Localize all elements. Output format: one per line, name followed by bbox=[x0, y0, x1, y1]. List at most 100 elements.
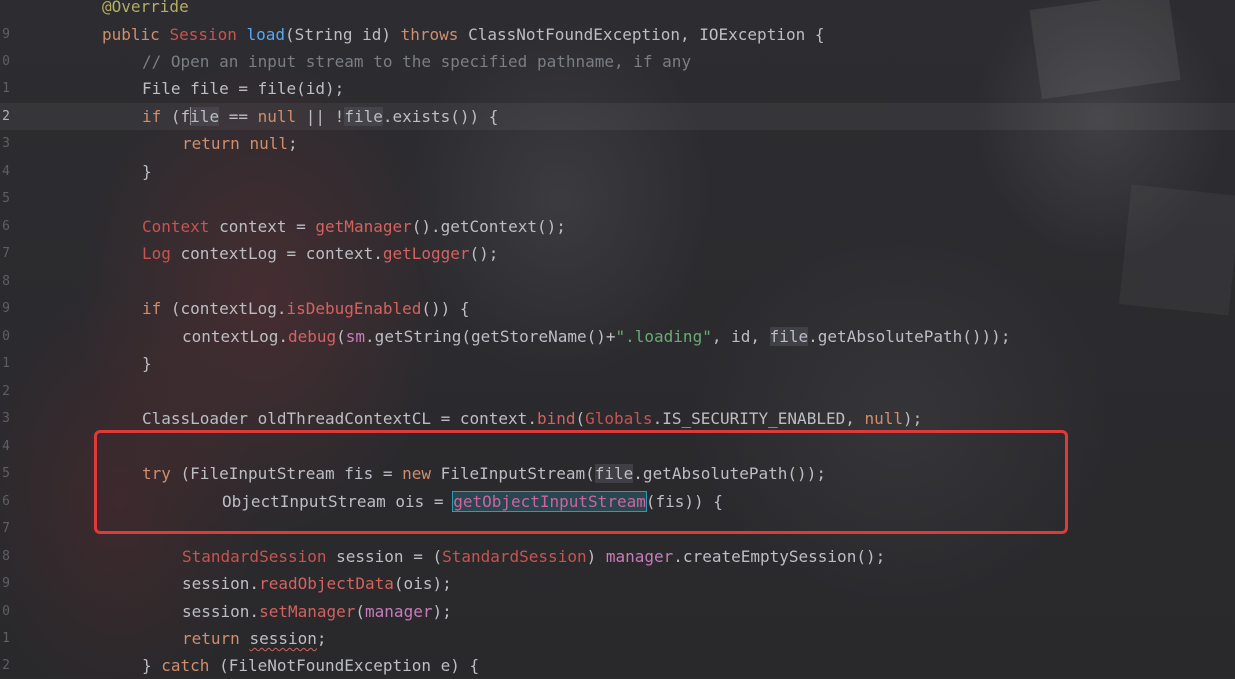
code-line[interactable]: public Session load(String id) throws Cl… bbox=[102, 21, 824, 48]
code-text: } bbox=[142, 656, 162, 675]
code-line[interactable]: StandardSession session = (StandardSessi… bbox=[182, 543, 885, 570]
line-number: 6 bbox=[2, 219, 10, 234]
line-number: 7 bbox=[2, 246, 10, 261]
code-text: == bbox=[219, 107, 258, 126]
line-number: 9 bbox=[2, 301, 10, 316]
code-text: contextLog. bbox=[182, 327, 288, 346]
method-call-token: setManager bbox=[259, 602, 356, 621]
code-text: ; bbox=[287, 134, 298, 153]
line-number: 0 bbox=[2, 54, 10, 69]
code-text: (FileNotFoundException e) { bbox=[209, 656, 480, 675]
keyword-token: public bbox=[102, 25, 160, 44]
line-number: 1 bbox=[2, 631, 10, 646]
line-number: 1 bbox=[2, 81, 10, 96]
method-call-token: isDebugEnabled bbox=[286, 299, 422, 318]
line-number: 8 bbox=[2, 549, 10, 564]
code-text: .getString(getStoreName()+ bbox=[365, 327, 616, 346]
code-line[interactable]: } catch (FileNotFoundException e) { bbox=[142, 652, 479, 679]
keyword-token: if bbox=[142, 299, 162, 318]
code-text: ( bbox=[575, 409, 586, 428]
method-call-token: readObjectData bbox=[259, 574, 394, 593]
code-text: } bbox=[142, 162, 152, 181]
comment-token: // Open an input stream to the specified… bbox=[142, 52, 692, 71]
keyword-token: null bbox=[257, 107, 297, 126]
code-text: ( bbox=[355, 602, 366, 621]
code-text: contextLog = context. bbox=[170, 244, 383, 263]
line-number: 9 bbox=[2, 27, 10, 42]
code-text: session. bbox=[182, 574, 260, 593]
code-text: ClassLoader oldThreadContextCL = context… bbox=[142, 409, 537, 428]
method-call-token: debug bbox=[287, 327, 337, 346]
code-text: (ois); bbox=[393, 574, 452, 593]
code-line[interactable]: @Override bbox=[102, 0, 189, 20]
code-text: ClassNotFoundException, IOException { bbox=[458, 25, 825, 44]
method-call-token: bind bbox=[536, 409, 576, 428]
code-line[interactable]: if (contextLog.isDebugEnabled()) { bbox=[142, 295, 470, 322]
usage-highlight: file bbox=[344, 107, 383, 126]
code-line-current[interactable]: if (file == null || !file.exists()) { bbox=[142, 103, 498, 130]
code-text: } bbox=[142, 354, 152, 373]
type-token: Session bbox=[169, 25, 237, 44]
method-call-token: getLogger bbox=[382, 244, 470, 263]
code-line[interactable]: ClassLoader oldThreadContextCL = context… bbox=[142, 405, 922, 432]
code-text: || ! bbox=[296, 107, 345, 126]
type-token: Context bbox=[142, 217, 210, 236]
line-number: 3 bbox=[2, 411, 10, 426]
line-number: 5 bbox=[2, 191, 10, 206]
type-token: Globals bbox=[585, 409, 653, 428]
code-text: ); bbox=[432, 602, 452, 621]
code-line[interactable]: return session; bbox=[182, 625, 327, 652]
line-number: 4 bbox=[2, 164, 10, 179]
line-number: 9 bbox=[2, 576, 10, 591]
line-number: 2 bbox=[2, 384, 10, 399]
line-number: 3 bbox=[2, 136, 10, 151]
code-text: ; bbox=[316, 629, 327, 648]
code-text: , id, bbox=[711, 327, 770, 346]
code-text: (String id) bbox=[285, 25, 401, 44]
line-number: 4 bbox=[2, 439, 10, 454]
code-text: context = bbox=[209, 217, 316, 236]
annotation-token: @Override bbox=[102, 0, 189, 16]
code-line[interactable]: // Open an input stream to the specified… bbox=[142, 48, 691, 75]
code-text: ()) { bbox=[421, 299, 470, 318]
code-text: ) bbox=[586, 547, 606, 566]
code-text: session = ( bbox=[326, 547, 443, 566]
code-text: (); bbox=[469, 244, 499, 263]
keyword-token: catch bbox=[161, 656, 210, 675]
line-number: 0 bbox=[2, 329, 10, 344]
field-token: sm bbox=[345, 327, 366, 346]
code-text: .IS_SECURITY_ENABLED, bbox=[652, 409, 865, 428]
code-line[interactable]: } bbox=[142, 350, 152, 377]
code-line[interactable]: Context context = getManager().getContex… bbox=[142, 213, 566, 240]
line-number-gutter: 9 0 1 2 3 4 5 6 7 8 9 0 1 2 3 4 5 6 7 8 … bbox=[0, 0, 18, 677]
line-number: 8 bbox=[2, 274, 10, 289]
line-number: 0 bbox=[2, 604, 10, 619]
annotation-highlight-box bbox=[94, 430, 1068, 534]
code-text: (f bbox=[161, 107, 191, 126]
line-number: 1 bbox=[2, 356, 10, 371]
code-text: File file = file(id); bbox=[142, 79, 345, 98]
code-text: (contextLog. bbox=[161, 299, 287, 318]
code-text: ( bbox=[336, 327, 346, 346]
line-number: 5 bbox=[2, 466, 10, 481]
line-number: 6 bbox=[2, 494, 10, 509]
code-text: session. bbox=[182, 602, 260, 621]
code-line[interactable]: return null; bbox=[182, 130, 298, 157]
code-line[interactable]: session.readObjectData(ois); bbox=[182, 570, 452, 597]
usage-highlight: file bbox=[769, 327, 809, 346]
string-literal: ".loading" bbox=[615, 327, 712, 346]
field-token: manager bbox=[365, 602, 433, 621]
code-text: .exists()) { bbox=[382, 107, 499, 126]
keyword-token: null bbox=[249, 134, 288, 153]
code-line[interactable]: } bbox=[142, 158, 152, 185]
warning-squiggle-token[interactable]: session bbox=[249, 629, 316, 648]
code-line[interactable]: contextLog.debug(sm.getString(getStoreNa… bbox=[182, 323, 1010, 350]
code-line[interactable]: session.setManager(manager); bbox=[182, 598, 452, 625]
code-text: ile bbox=[190, 107, 220, 126]
type-token: Log bbox=[142, 244, 171, 263]
code-text: ().getContext(); bbox=[411, 217, 566, 236]
code-line[interactable]: Log contextLog = context.getLogger(); bbox=[142, 240, 498, 267]
code-line[interactable]: File file = file(id); bbox=[142, 75, 344, 102]
method-call-token: getManager bbox=[315, 217, 412, 236]
